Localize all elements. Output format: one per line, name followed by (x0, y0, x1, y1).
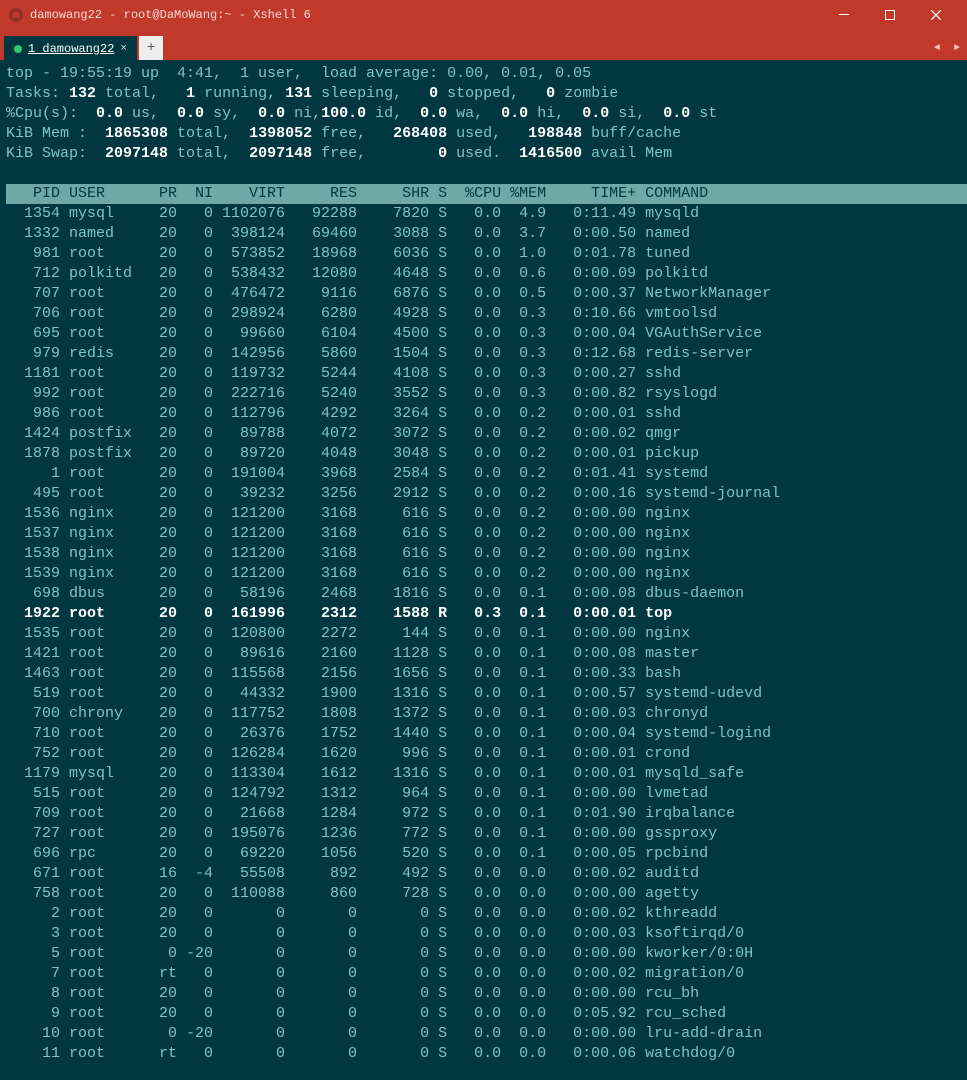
process-table-header: PID USER PR NI VIRT RES SHR S %CPU %MEM … (6, 184, 967, 204)
process-row: 519 root 20 0 44332 1900 1316 S 0.0 0.1 … (6, 684, 967, 704)
process-row: 707 root 20 0 476472 9116 6876 S 0.0 0.5… (6, 284, 967, 304)
process-row: 700 chrony 20 0 117752 1808 1372 S 0.0 0… (6, 704, 967, 724)
minimize-button[interactable] (821, 0, 867, 30)
session-tab[interactable]: 1 damowang22 × (4, 36, 137, 60)
process-row: 10 root 0 -20 0 0 0 S 0.0 0.0 0:00.00 lr… (6, 1024, 967, 1044)
process-row: 727 root 20 0 195076 1236 772 S 0.0 0.1 … (6, 824, 967, 844)
process-row: 1354 mysql 20 0 1102076 92288 7820 S 0.0… (6, 204, 967, 224)
process-row: 1539 nginx 20 0 121200 3168 616 S 0.0 0.… (6, 564, 967, 584)
process-row: 698 dbus 20 0 58196 2468 1816 S 0.0 0.1 … (6, 584, 967, 604)
process-row: 981 root 20 0 573852 18968 6036 S 0.0 1.… (6, 244, 967, 264)
close-button[interactable] (913, 0, 959, 30)
process-row: 1421 root 20 0 89616 2160 1128 S 0.0 0.1… (6, 644, 967, 664)
process-row: 3 root 20 0 0 0 0 S 0.0 0.0 0:00.03 ksof… (6, 924, 967, 944)
process-row: 992 root 20 0 222716 5240 3552 S 0.0 0.3… (6, 384, 967, 404)
window-title: damowang22 - root@DaMoWang:~ - Xshell 6 (30, 8, 821, 22)
tab-label: 1 damowang22 (28, 42, 114, 56)
process-row: 710 root 20 0 26376 1752 1440 S 0.0 0.1 … (6, 724, 967, 744)
process-row: 1535 root 20 0 120800 2272 144 S 0.0 0.1… (6, 624, 967, 644)
process-row: 1878 postfix 20 0 89720 4048 3048 S 0.0 … (6, 444, 967, 464)
process-row: 5 root 0 -20 0 0 0 S 0.0 0.0 0:00.00 kwo… (6, 944, 967, 964)
process-row: 671 root 16 -4 55508 892 492 S 0.0 0.0 0… (6, 864, 967, 884)
process-row: 495 root 20 0 39232 3256 2912 S 0.0 0.2 … (6, 484, 967, 504)
process-row: 1424 postfix 20 0 89788 4072 3072 S 0.0 … (6, 424, 967, 444)
new-tab-button[interactable]: + (139, 36, 163, 60)
process-row: 9 root 20 0 0 0 0 S 0.0 0.0 0:05.92 rcu_… (6, 1004, 967, 1024)
app-icon (8, 7, 24, 23)
process-row: 2 root 20 0 0 0 0 S 0.0 0.0 0:00.02 kthr… (6, 904, 967, 924)
process-row: 7 root rt 0 0 0 0 S 0.0 0.0 0:00.02 migr… (6, 964, 967, 984)
process-row: 706 root 20 0 298924 6280 4928 S 0.0 0.3… (6, 304, 967, 324)
status-dot-icon (14, 45, 22, 53)
process-row: 979 redis 20 0 142956 5860 1504 S 0.0 0.… (6, 344, 967, 364)
terminal-output[interactable]: top - 19:55:19 up 4:41, 1 user, load ave… (0, 60, 967, 1080)
process-row: 1332 named 20 0 398124 69460 3088 S 0.0 … (6, 224, 967, 244)
process-row: 1538 nginx 20 0 121200 3168 616 S 0.0 0.… (6, 544, 967, 564)
process-row: 1179 mysql 20 0 113304 1612 1316 S 0.0 0… (6, 764, 967, 784)
process-row: 515 root 20 0 124792 1312 964 S 0.0 0.1 … (6, 784, 967, 804)
tab-scroll-right-icon[interactable]: ► (947, 36, 967, 60)
tab-close-icon[interactable]: × (120, 43, 127, 55)
process-row: 752 root 20 0 126284 1620 996 S 0.0 0.1 … (6, 744, 967, 764)
process-row: 1181 root 20 0 119732 5244 4108 S 0.0 0.… (6, 364, 967, 384)
process-row: 986 root 20 0 112796 4292 3264 S 0.0 0.2… (6, 404, 967, 424)
process-row: 1 root 20 0 191004 3968 2584 S 0.0 0.2 0… (6, 464, 967, 484)
process-row: 1536 nginx 20 0 121200 3168 616 S 0.0 0.… (6, 504, 967, 524)
tab-strip: 1 damowang22 × + ◄ ► (0, 30, 967, 60)
tab-scroll-left-icon[interactable]: ◄ (927, 36, 947, 60)
process-row: 8 root 20 0 0 0 0 S 0.0 0.0 0:00.00 rcu_… (6, 984, 967, 1004)
process-row: 1463 root 20 0 115568 2156 1656 S 0.0 0.… (6, 664, 967, 684)
process-row: 709 root 20 0 21668 1284 972 S 0.0 0.1 0… (6, 804, 967, 824)
process-row: 1537 nginx 20 0 121200 3168 616 S 0.0 0.… (6, 524, 967, 544)
process-row: 712 polkitd 20 0 538432 12080 4648 S 0.0… (6, 264, 967, 284)
maximize-button[interactable] (867, 0, 913, 30)
process-row: 758 root 20 0 110088 860 728 S 0.0 0.0 0… (6, 884, 967, 904)
process-row: 695 root 20 0 99660 6104 4500 S 0.0 0.3 … (6, 324, 967, 344)
window-titlebar: damowang22 - root@DaMoWang:~ - Xshell 6 (0, 0, 967, 30)
process-row: 696 rpc 20 0 69220 1056 520 S 0.0 0.1 0:… (6, 844, 967, 864)
process-row: 1922 root 20 0 161996 2312 1588 R 0.3 0.… (6, 604, 967, 624)
process-row: 11 root rt 0 0 0 0 S 0.0 0.0 0:00.06 wat… (6, 1044, 967, 1064)
